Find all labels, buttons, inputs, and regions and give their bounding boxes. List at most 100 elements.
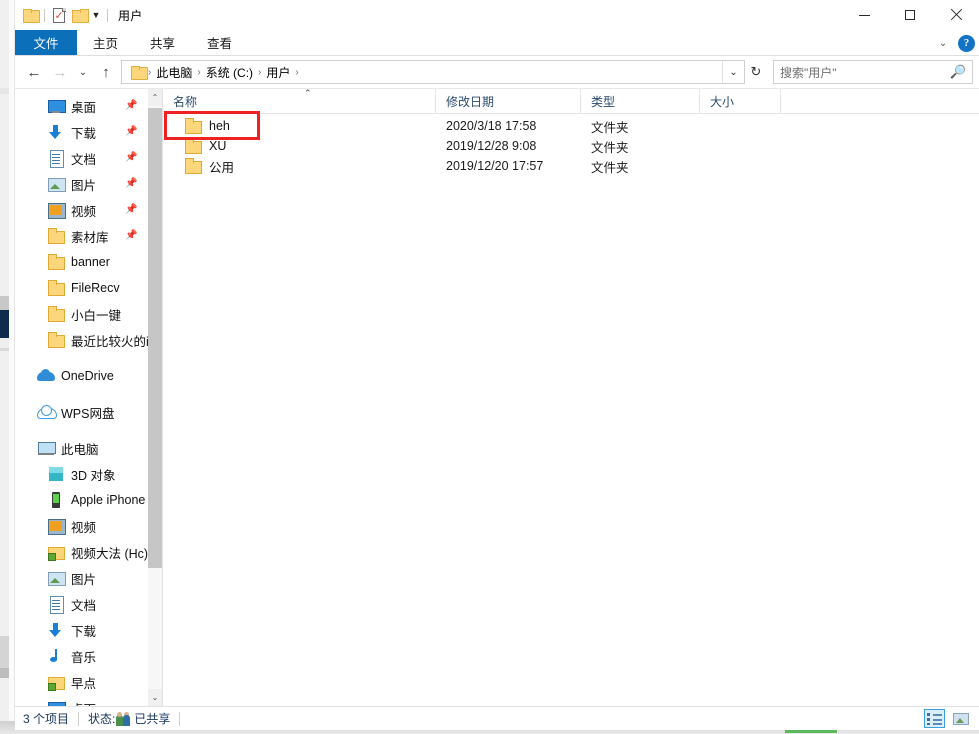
this-pc-icon <box>37 439 55 457</box>
sidebar-item-1[interactable]: 下载📌 <box>15 119 149 145</box>
sidebar-item-17[interactable]: 图片 <box>15 565 149 591</box>
sidebar-item-2[interactable]: 文档 📌 <box>15 145 149 171</box>
ribbon-right-controls: ⌄ ? <box>934 30 975 56</box>
ribbon-tab-bar: 文件 主页 共享 查看 ⌄ ? <box>15 30 979 56</box>
breadcrumb-separator[interactable]: › <box>294 67 299 78</box>
folder-icon <box>47 331 65 349</box>
nav-scrollbar[interactable]: ⌃ ⌄ <box>148 89 162 706</box>
tab-home[interactable]: 主页 <box>77 30 134 55</box>
sidebar-item-10[interactable]: OneDrive <box>15 363 149 389</box>
large-icons-view-button[interactable] <box>950 709 971 728</box>
address-dropdown-icon[interactable]: ⌄ <box>722 61 744 83</box>
status-bar: 3 个项目 状态: 已共享 <box>15 706 979 730</box>
sidebar-item-6[interactable]: banner <box>15 249 149 275</box>
sidebar-item-20[interactable]: 音乐 <box>15 643 149 669</box>
music-icon <box>47 647 65 665</box>
sidebar-item-8[interactable]: 小白一键 <box>15 301 149 327</box>
address-bar-row: ← → ⌄ ↑ › 此电脑 › 系统 (C:) › 用户 › ⌄ ↻ 搜索" <box>15 56 979 88</box>
sidebar-item-0[interactable]: 桌面📌 <box>15 93 149 119</box>
table-row[interactable]: heh2020/3/18 17:58文件夹 <box>163 116 979 136</box>
sidebar-item-7[interactable]: FileRecv <box>15 275 149 301</box>
sidebar-item-16[interactable]: 视频大法 (Hc) <box>15 539 149 565</box>
sidebar-item-13[interactable]: 3D 对象 <box>15 461 149 487</box>
quick-access-folder-icon[interactable] <box>20 4 40 26</box>
folder-icon <box>184 117 202 135</box>
cell-name: heh <box>163 117 436 135</box>
scroll-up-icon[interactable]: ⌃ <box>148 89 162 106</box>
sidebar-item-19[interactable]: 下载 <box>15 617 149 643</box>
sidebar-item-4[interactable]: 视频📌 <box>15 197 149 223</box>
folder-badge-icon <box>47 543 65 561</box>
video-icon <box>47 201 65 219</box>
video-icon <box>47 517 65 535</box>
search-box[interactable]: 搜索"用户" 🔍 <box>773 60 973 84</box>
sidebar-item-18[interactable]: 文档 <box>15 591 149 617</box>
column-header-date[interactable]: 修改日期 <box>436 89 581 114</box>
sidebar-item-14[interactable]: Apple iPhone <box>15 487 149 513</box>
close-button[interactable] <box>933 0 979 30</box>
folder-icon <box>184 137 202 155</box>
background-segment <box>0 88 9 94</box>
sidebar-item-5[interactable]: 素材库 📌 <box>15 223 149 249</box>
pin-icon[interactable]: 📌 <box>125 177 137 190</box>
window-title: 用户 <box>118 7 142 24</box>
pin-icon[interactable]: 📌 <box>125 151 137 164</box>
tab-view[interactable]: 查看 <box>191 30 248 55</box>
minimize-button[interactable] <box>841 0 887 30</box>
breadcrumb-item-users[interactable]: 用户 <box>262 64 294 81</box>
chevron-down-icon[interactable]: ⌄ <box>934 38 952 49</box>
sidebar-item-label: 早点 <box>71 673 96 692</box>
sidebar-item-12[interactable]: 此电脑 <box>15 435 149 461</box>
folder-icon <box>47 253 65 271</box>
address-bar[interactable]: › 此电脑 › 系统 (C:) › 用户 › ⌄ <box>121 60 745 84</box>
item-count-label: 3 个项目 <box>23 710 69 727</box>
sidebar-item-label: 文档 <box>71 149 96 168</box>
pin-icon[interactable]: 📌 <box>125 203 137 216</box>
column-header-size[interactable]: 大小 <box>700 89 781 114</box>
breadcrumb-item-this-pc[interactable]: 此电脑 <box>152 64 196 81</box>
sidebar-item-label: 图片 <box>71 175 96 194</box>
sidebar-item-22[interactable]: 桌面 <box>15 695 149 706</box>
column-header-type[interactable]: 类型 <box>581 89 700 114</box>
view-mode-buttons <box>924 709 971 728</box>
sidebar-item-11[interactable]: WPS网盘 <box>15 399 149 425</box>
folder-badge-icon <box>47 673 65 691</box>
maximize-button[interactable] <box>887 0 933 30</box>
pin-icon[interactable]: 📌 <box>125 229 137 242</box>
sidebar-item-9[interactable]: 最近比较火的iph <box>15 327 149 353</box>
forward-button[interactable]: → <box>47 59 73 85</box>
sidebar-item-label: 素材库 <box>71 227 109 246</box>
tab-share[interactable]: 共享 <box>134 30 191 55</box>
help-icon[interactable]: ? <box>958 35 975 52</box>
quick-access-properties-icon[interactable]: ✓ <box>49 4 69 26</box>
column-header-row: 名称 修改日期 类型 大小 ⌃ <box>163 89 979 114</box>
back-button[interactable]: ← <box>21 59 47 85</box>
quick-access-dropdown-icon[interactable]: ▼ <box>89 4 103 26</box>
pin-icon[interactable]: 📌 <box>125 99 137 112</box>
table-row[interactable]: XU2019/12/28 9:08文件夹 <box>163 136 979 156</box>
file-name-label: 公用 <box>209 157 234 176</box>
details-view-button[interactable] <box>924 709 945 728</box>
refresh-icon[interactable]: ↻ <box>745 61 767 83</box>
cell-name: 公用 <box>163 157 436 176</box>
search-input[interactable]: 搜索"用户" <box>780 64 950 81</box>
toolbar-divider <box>44 9 45 22</box>
search-icon: 🔍 <box>950 64 966 80</box>
background-segment <box>0 338 9 348</box>
breadcrumb-item-system-c[interactable]: 系统 (C:) <box>202 64 257 81</box>
background-segment <box>0 310 9 338</box>
sidebar-item-15[interactable]: 视频 <box>15 513 149 539</box>
quick-access-new-folder-icon[interactable] <box>69 4 89 26</box>
table-row[interactable]: 公用2019/12/20 17:57文件夹 <box>163 156 979 176</box>
scroll-down-icon[interactable]: ⌄ <box>148 689 162 706</box>
pin-icon[interactable]: 📌 <box>125 125 137 138</box>
recent-locations-button[interactable]: ⌄ <box>73 59 93 85</box>
sidebar-item-21[interactable]: 早点 <box>15 669 149 695</box>
tab-file[interactable]: 文件 <box>15 30 77 55</box>
breadcrumb: › 此电脑 › 系统 (C:) › 用户 › <box>122 64 722 81</box>
cell-name: XU <box>163 137 436 155</box>
up-button[interactable]: ↑ <box>93 59 119 85</box>
sidebar-item-3[interactable]: 图片 📌 <box>15 171 149 197</box>
column-header-name[interactable]: 名称 <box>163 89 436 114</box>
nav-scrollbar-thumb[interactable] <box>148 108 162 568</box>
